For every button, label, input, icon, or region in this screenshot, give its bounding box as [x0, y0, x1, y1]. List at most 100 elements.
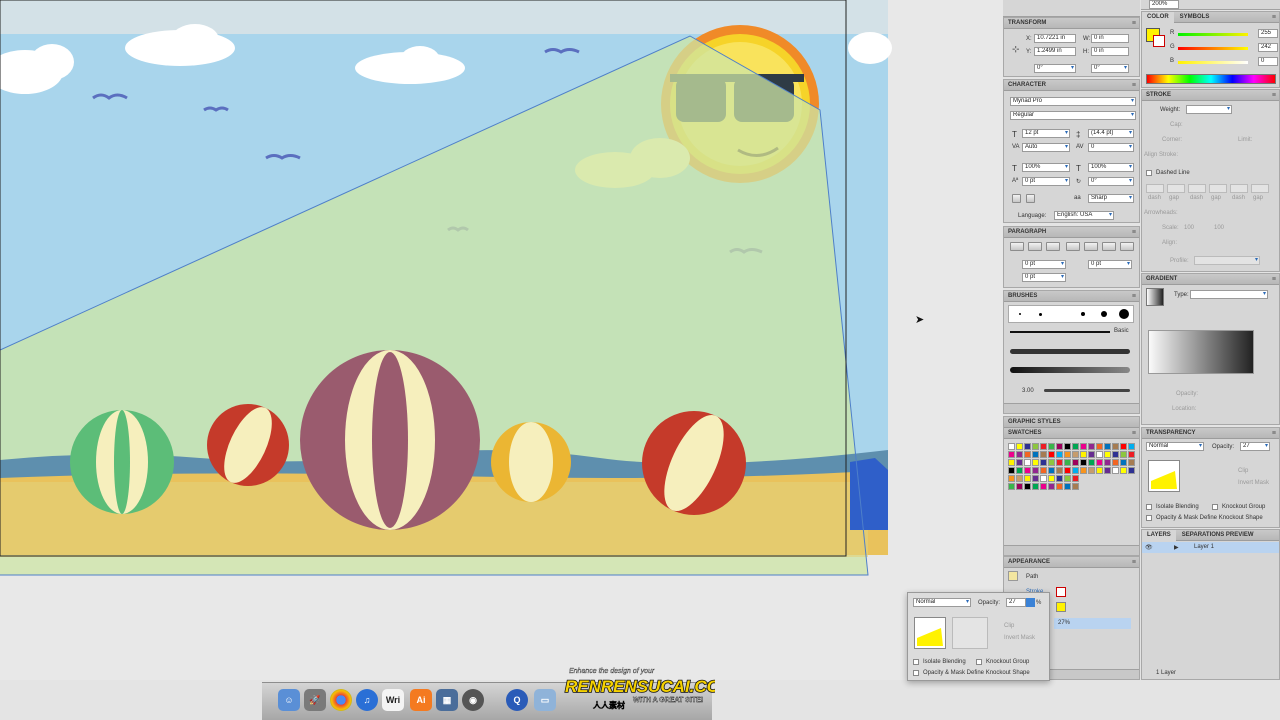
- language-select[interactable]: English: USA: [1054, 211, 1114, 220]
- graphic-styles-tab[interactable]: GRAPHIC STYLES: [1004, 417, 1139, 428]
- swatch-cell[interactable]: [1040, 443, 1047, 450]
- tracking-field[interactable]: 0: [1088, 143, 1134, 152]
- swatch-cell[interactable]: [1048, 467, 1055, 474]
- swatch-cell[interactable]: [1104, 451, 1111, 458]
- swatch-cell[interactable]: [1024, 443, 1031, 450]
- h-field[interactable]: 0 in: [1091, 47, 1129, 56]
- chrome-icon[interactable]: [330, 689, 352, 711]
- popup-opacity-mask-checkbox[interactable]: [913, 670, 919, 676]
- scale-2[interactable]: 100: [1214, 225, 1224, 231]
- swatch-cell[interactable]: [1072, 483, 1079, 490]
- font-family-select[interactable]: Myriad Pro: [1010, 97, 1136, 106]
- dashed-line-checkbox[interactable]: [1146, 170, 1152, 176]
- right-indent-field[interactable]: 0 pt: [1088, 260, 1132, 269]
- swatch-cell[interactable]: [1064, 451, 1071, 458]
- popup-blend-mode-select[interactable]: Normal: [913, 598, 971, 607]
- font-size-field[interactable]: 12 pt: [1022, 129, 1070, 138]
- swatches-tab[interactable]: SWATCHES ≡: [1004, 428, 1139, 439]
- itunes-icon[interactable]: ♫: [356, 689, 378, 711]
- photo-booth-icon[interactable]: ◉: [462, 689, 484, 711]
- g-slider[interactable]: [1178, 47, 1248, 50]
- folder-icon[interactable]: ▭: [534, 689, 556, 711]
- swatch-cell[interactable]: [1064, 459, 1071, 466]
- swatch-cell[interactable]: [1016, 483, 1023, 490]
- swatch-cell[interactable]: [1056, 475, 1063, 482]
- swatch-cell[interactable]: [1048, 443, 1055, 450]
- swatch-cell[interactable]: [1128, 451, 1135, 458]
- artwork-canvas[interactable]: [0, 0, 1003, 680]
- swatch-cell[interactable]: [1112, 443, 1119, 450]
- popup-opacity-field[interactable]: 27: [1006, 598, 1026, 607]
- strikethrough-button[interactable]: [1026, 194, 1035, 203]
- g-value[interactable]: 242: [1258, 43, 1278, 52]
- swatch-cell[interactable]: [1080, 467, 1087, 474]
- swatch-cell[interactable]: [1024, 451, 1031, 458]
- x-field[interactable]: 10.7221 in: [1034, 34, 1076, 43]
- justify-center-button[interactable]: [1084, 242, 1098, 251]
- swatch-cell[interactable]: [1040, 451, 1047, 458]
- blend-mode-select[interactable]: Normal: [1146, 442, 1204, 451]
- swatch-cell[interactable]: [1064, 483, 1071, 490]
- swatch-cell[interactable]: [1016, 451, 1023, 458]
- swatch-cell[interactable]: [1120, 443, 1127, 450]
- swatch-cell[interactable]: [1040, 475, 1047, 482]
- transparency-thumbnail[interactable]: [1148, 460, 1180, 492]
- swatch-grid[interactable]: [1008, 443, 1135, 513]
- r-value[interactable]: 255: [1258, 29, 1278, 38]
- writing-app-icon[interactable]: Wri: [382, 689, 404, 711]
- swatch-cell[interactable]: [1048, 451, 1055, 458]
- vertical-scale-field[interactable]: 100%: [1022, 163, 1070, 172]
- shear-field[interactable]: 0°: [1091, 64, 1129, 73]
- swatch-cell[interactable]: [1048, 459, 1055, 466]
- swatch-cell[interactable]: [1040, 483, 1047, 490]
- popup-isolate-checkbox[interactable]: [913, 659, 919, 665]
- swatch-cell[interactable]: [1032, 475, 1039, 482]
- stroke-color-swatch[interactable]: [1153, 35, 1165, 47]
- popup-thumbnail[interactable]: [914, 617, 946, 649]
- swatch-cell[interactable]: [1096, 459, 1103, 466]
- color-tab[interactable]: COLOR: [1142, 12, 1174, 23]
- swatch-cell[interactable]: [1032, 459, 1039, 466]
- swatch-cell[interactable]: [1088, 443, 1095, 450]
- finder-icon[interactable]: ☺: [278, 689, 300, 711]
- b-slider[interactable]: [1178, 61, 1248, 64]
- swatch-cell[interactable]: [1040, 459, 1047, 466]
- swatch-cell[interactable]: [1024, 459, 1031, 466]
- swatch-cell[interactable]: [1040, 467, 1047, 474]
- dash-gap-field[interactable]: [1209, 184, 1227, 193]
- swatch-cell[interactable]: [1072, 459, 1079, 466]
- swatch-cell[interactable]: [1064, 443, 1071, 450]
- swatch-cell[interactable]: [1120, 459, 1127, 466]
- separations-preview-tab[interactable]: SEPARATIONS PREVIEW: [1177, 530, 1259, 541]
- swatch-cell[interactable]: [1024, 483, 1031, 490]
- swatch-cell[interactable]: [1080, 443, 1087, 450]
- dash-gap-field[interactable]: [1251, 184, 1269, 193]
- appearance-opacity-row[interactable]: 27%: [1054, 618, 1131, 629]
- first-line-indent-field[interactable]: 0 pt: [1022, 273, 1066, 282]
- gradient-slider-preview[interactable]: [1148, 330, 1254, 374]
- brush-stroke-taper[interactable]: [1044, 389, 1130, 392]
- swatch-cell[interactable]: [1112, 451, 1119, 458]
- swatch-cell[interactable]: [1112, 459, 1119, 466]
- swatch-cell[interactable]: [1056, 443, 1063, 450]
- swatch-cell[interactable]: [1096, 443, 1103, 450]
- swatch-cell[interactable]: [1008, 483, 1015, 490]
- swatch-cell[interactable]: [1072, 467, 1079, 474]
- justify-all-button[interactable]: [1120, 242, 1134, 251]
- swatch-cell[interactable]: [1032, 451, 1039, 458]
- align-left-button[interactable]: [1010, 242, 1024, 251]
- swatch-cell[interactable]: [1056, 483, 1063, 490]
- popup-mask-area[interactable]: [952, 617, 988, 649]
- swatch-cell[interactable]: [1048, 475, 1055, 482]
- swatch-cell[interactable]: [1008, 467, 1015, 474]
- swatch-cell[interactable]: [1088, 451, 1095, 458]
- gradient-type-select[interactable]: [1190, 290, 1268, 299]
- swatch-cell[interactable]: [1128, 443, 1135, 450]
- brush-stroke-basic[interactable]: [1010, 331, 1110, 333]
- y-field[interactable]: 1.2499 in: [1034, 47, 1076, 56]
- font-style-select[interactable]: Regular: [1010, 111, 1136, 120]
- swatch-cell[interactable]: [1016, 467, 1023, 474]
- swatch-cell[interactable]: [1016, 443, 1023, 450]
- swatch-cell[interactable]: [1120, 451, 1127, 458]
- swatch-cell[interactable]: [1128, 467, 1135, 474]
